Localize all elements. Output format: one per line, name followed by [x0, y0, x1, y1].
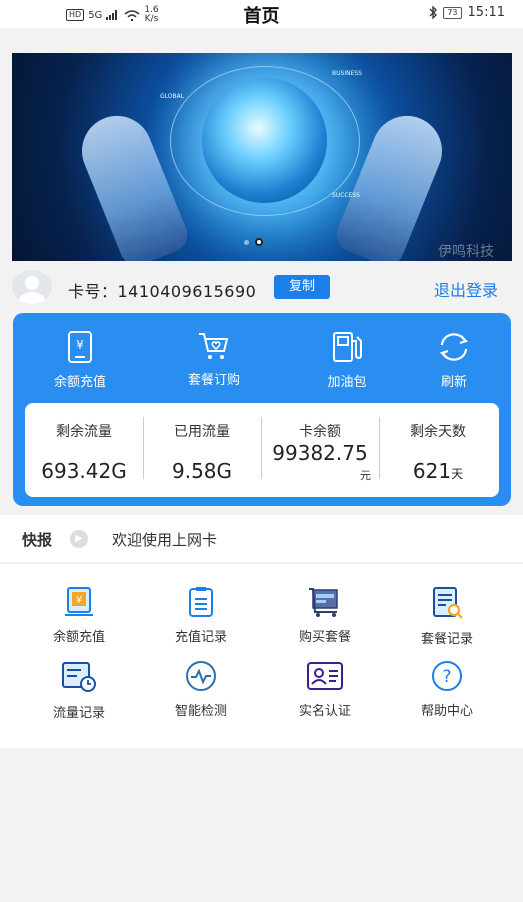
grid-label: 余额充值: [52, 630, 105, 645]
card-number: 卡号：1410409615690: [68, 282, 257, 301]
banner-label-success: SUCCESS: [332, 192, 360, 199]
quick-action-recharge[interactable]: ¥ 余额充值: [35, 331, 125, 390]
battery-icon: 73: [443, 6, 462, 19]
grid-item-help[interactable]: ? 帮助中心: [382, 660, 512, 719]
stat-card-balance: 卡余额 99382.75 元: [261, 403, 379, 497]
grid-label: 购买套餐: [298, 630, 351, 645]
status-right: 73 15:11: [429, 5, 505, 20]
carousel-indicator: [244, 238, 263, 246]
avatar[interactable]: [12, 270, 52, 304]
stat-label: 剩余流量: [56, 424, 112, 440]
grid-label: 流量记录: [52, 706, 105, 721]
banner-watermark: 伊鸣科技: [438, 244, 494, 260]
grid-label: 充值记录: [174, 630, 227, 645]
svg-text:¥: ¥: [76, 595, 82, 606]
copy-button[interactable]: 复制: [274, 275, 330, 299]
account-panel: ¥ 余额充值 套餐订购 加油包 刷新 剩余流量 693.42G 已用流量 9.5…: [13, 313, 511, 506]
svg-text:?: ?: [442, 667, 451, 687]
stat-unit: 天: [451, 467, 464, 481]
stat-remaining-days: 剩余天数 621天: [379, 403, 497, 497]
grid-label: 智能检测: [174, 704, 227, 719]
quick-action-label: 加油包: [327, 375, 367, 390]
help-icon: ?: [432, 661, 462, 691]
grid-item-package-record[interactable]: 套餐记录: [382, 586, 512, 647]
news-ticker[interactable]: 快报 ▶ 欢迎使用上网卡: [0, 515, 523, 563]
refresh-icon: [439, 333, 469, 361]
id-verify-icon: [307, 662, 343, 690]
recharge-icon: ¥: [65, 587, 93, 616]
logout-button[interactable]: 退出登录: [434, 277, 498, 301]
stat-value: 693.42G: [41, 459, 127, 483]
stat-label: 卡余额: [299, 424, 341, 440]
grid-label: 实名认证: [298, 704, 351, 719]
banner-label-global: GLOBAL: [160, 93, 185, 100]
stat-remaining-traffic: 剩余流量 693.42G: [25, 403, 143, 497]
news-text: 欢迎使用上网卡: [112, 531, 218, 549]
stat-unit: 元: [360, 469, 371, 482]
grid-item-smart-detect[interactable]: 智能检测: [136, 660, 266, 719]
traffic-record-icon: [62, 662, 96, 692]
quick-action-label: 刷新: [440, 375, 467, 390]
card-info-row: 卡号：1410409615690 复制 退出登录: [12, 268, 512, 306]
quick-action-label: 余额充值: [53, 375, 106, 390]
quick-action-refresh[interactable]: 刷新: [409, 331, 499, 390]
smart-detect-icon: [186, 661, 216, 691]
grid-item-traffic-record[interactable]: 流量记录: [14, 660, 144, 721]
stat-label: 剩余天数: [410, 424, 466, 440]
grid-item-recharge[interactable]: ¥ 余额充值: [14, 586, 144, 645]
quick-action-fuel-pack[interactable]: 加油包: [302, 331, 392, 390]
clock: 15:11: [467, 5, 505, 20]
banner-carousel[interactable]: GLOBAL BUSINESS SUCCESS 伊鸣科技: [12, 53, 512, 261]
status-bar: HD 5G 1.6 K/s 首页 73 15:11: [0, 0, 523, 28]
bluetooth-icon: [429, 6, 438, 19]
quick-action-package[interactable]: 套餐订购: [169, 331, 259, 388]
stat-value: 9.58G: [171, 459, 233, 483]
recharge-record-icon: [189, 587, 213, 617]
phone-yuan-icon: ¥: [68, 331, 92, 363]
grid-item-id-verify[interactable]: 实名认证: [260, 660, 390, 719]
quick-action-label: 套餐订购: [187, 373, 240, 388]
banner-label-business: BUSINESS: [332, 70, 362, 77]
fuel-icon: [333, 332, 362, 362]
svg-text:¥: ¥: [76, 338, 84, 352]
stat-value: 99382.75: [272, 441, 368, 465]
stat-value-row: 621天: [379, 459, 497, 483]
carousel-dot[interactable]: [244, 239, 249, 245]
play-arrow-icon: ▶: [70, 530, 88, 548]
globe-image: [202, 78, 327, 203]
stat-value: 621: [412, 459, 452, 483]
grid-label: 帮助中心: [420, 704, 473, 719]
cart-heart-icon: [199, 333, 229, 359]
news-tag: 快报: [22, 531, 53, 549]
grid-label: 套餐记录: [420, 632, 473, 647]
buy-package-icon: [309, 588, 338, 617]
stat-used-traffic: 已用流量 9.58G: [143, 403, 261, 497]
grid-item-buy-package[interactable]: 购买套餐: [260, 586, 390, 645]
stat-label: 已用流量: [174, 424, 230, 440]
package-record-icon: [433, 587, 463, 619]
feature-grid: ¥ 余额充值 充值记录 购买套餐 套餐记录 流量记录 智能检测 实名认证 ? 帮…: [0, 564, 523, 748]
carousel-dot-active[interactable]: [255, 238, 263, 246]
grid-item-recharge-record[interactable]: 充值记录: [136, 586, 266, 645]
stats-card: 剩余流量 693.42G 已用流量 9.58G 卡余额 99382.75 元 剩…: [25, 403, 499, 497]
